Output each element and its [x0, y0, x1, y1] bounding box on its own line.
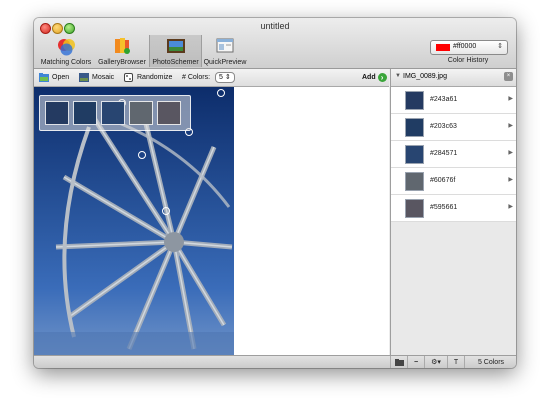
toolbar-quick-preview[interactable]: QuickPreview	[200, 35, 250, 67]
text-button[interactable]: T	[447, 356, 464, 368]
minus-icon: −	[413, 359, 419, 366]
open-button[interactable]: Open	[39, 72, 69, 83]
palette-swatch	[405, 91, 424, 110]
mosaic-icon	[79, 72, 89, 82]
action-menu-button[interactable]: ⚙▾	[424, 356, 447, 368]
image-file-name: IMG_0089.jpg	[403, 73, 447, 80]
open-folder-icon	[39, 72, 49, 82]
strip-swatch[interactable]	[45, 101, 69, 125]
current-color-swatch	[436, 44, 450, 51]
text-icon: T	[453, 359, 459, 366]
sample-marker[interactable]	[162, 207, 170, 215]
title-bar: untitled Matching Colors GalleryBrowser	[34, 18, 516, 69]
strip-swatch[interactable]	[129, 101, 153, 125]
strip-swatch[interactable]	[157, 101, 181, 125]
palette-row[interactable]: #595661 ▶	[391, 195, 516, 222]
palette-row[interactable]: #203c63 ▶	[391, 114, 516, 141]
remove-color-button[interactable]: −	[407, 356, 424, 368]
color-history-dropdown[interactable]: #ff0000 ⇕	[430, 40, 508, 55]
folder-button[interactable]	[390, 356, 407, 368]
gear-icon: ⚙▾	[431, 359, 441, 366]
add-button[interactable]: Add ›	[362, 72, 387, 83]
window-title: untitled	[260, 21, 290, 31]
color-count-label: 5 Colors	[464, 356, 516, 368]
color-count-stepper[interactable]: 5 ⇕	[214, 72, 235, 83]
dice-icon	[124, 72, 133, 82]
row-arrow-icon[interactable]: ▶	[508, 149, 513, 156]
palette-row[interactable]: #243a61 ▶	[391, 87, 516, 114]
photo-schemer-icon	[166, 39, 185, 53]
palette-swatch	[405, 118, 424, 137]
remove-image-icon[interactable]: ×	[504, 72, 513, 81]
disclosure-triangle-icon[interactable]: ▼	[395, 73, 401, 79]
row-arrow-icon[interactable]: ▶	[508, 122, 513, 129]
matching-colors-icon	[58, 39, 75, 56]
image-canvas	[34, 87, 389, 355]
color-history-label: Color History	[447, 57, 489, 64]
folder-icon	[394, 358, 404, 366]
color-count-control: # Colors: 5 ⇕	[182, 72, 235, 83]
strip-swatch[interactable]	[73, 101, 97, 125]
status-bar: − ⚙▾ T 5 Colors	[34, 355, 516, 368]
extracted-swatch-strip	[39, 95, 191, 131]
sample-marker[interactable]	[217, 89, 225, 97]
gallery-browser-icon	[115, 38, 130, 54]
toolbar-matching-colors[interactable]: Matching Colors	[36, 35, 96, 67]
toolbar-photo-schemer[interactable]: PhotoSchemer	[149, 35, 202, 67]
palette-row[interactable]: #60676f ▶	[391, 168, 516, 195]
palette-swatch	[405, 145, 424, 164]
strip-swatch[interactable]	[101, 101, 125, 125]
sample-marker[interactable]	[138, 151, 146, 159]
dropdown-arrows-icon: ⇕	[497, 43, 503, 50]
add-arrow-icon: ›	[377, 72, 387, 82]
mosaic-button[interactable]: Mosaic	[79, 72, 114, 83]
toolbar-gallery-browser[interactable]: GalleryBrowser	[96, 35, 148, 67]
app-window: untitled Matching Colors GalleryBrowser	[34, 18, 516, 368]
row-arrow-icon[interactable]: ▶	[508, 176, 513, 183]
palette-swatch	[405, 199, 424, 218]
palette-swatch	[405, 172, 424, 191]
quick-preview-icon	[216, 38, 234, 53]
source-photo[interactable]	[34, 87, 234, 355]
palette-row[interactable]: #284571 ▶	[391, 141, 516, 168]
palette-sidebar: ▼ IMG_0089.jpg × #243a61 ▶ #203c63 ▶ #28…	[390, 69, 516, 355]
row-arrow-icon[interactable]: ▶	[508, 95, 513, 102]
row-arrow-icon[interactable]: ▶	[508, 203, 513, 210]
palette-header[interactable]: ▼ IMG_0089.jpg ×	[391, 69, 516, 87]
photo-toolbar: Open Mosaic Randomize # Colors: 5 ⇕ Add ›	[34, 69, 389, 87]
randomize-button[interactable]: Randomize	[124, 72, 172, 83]
